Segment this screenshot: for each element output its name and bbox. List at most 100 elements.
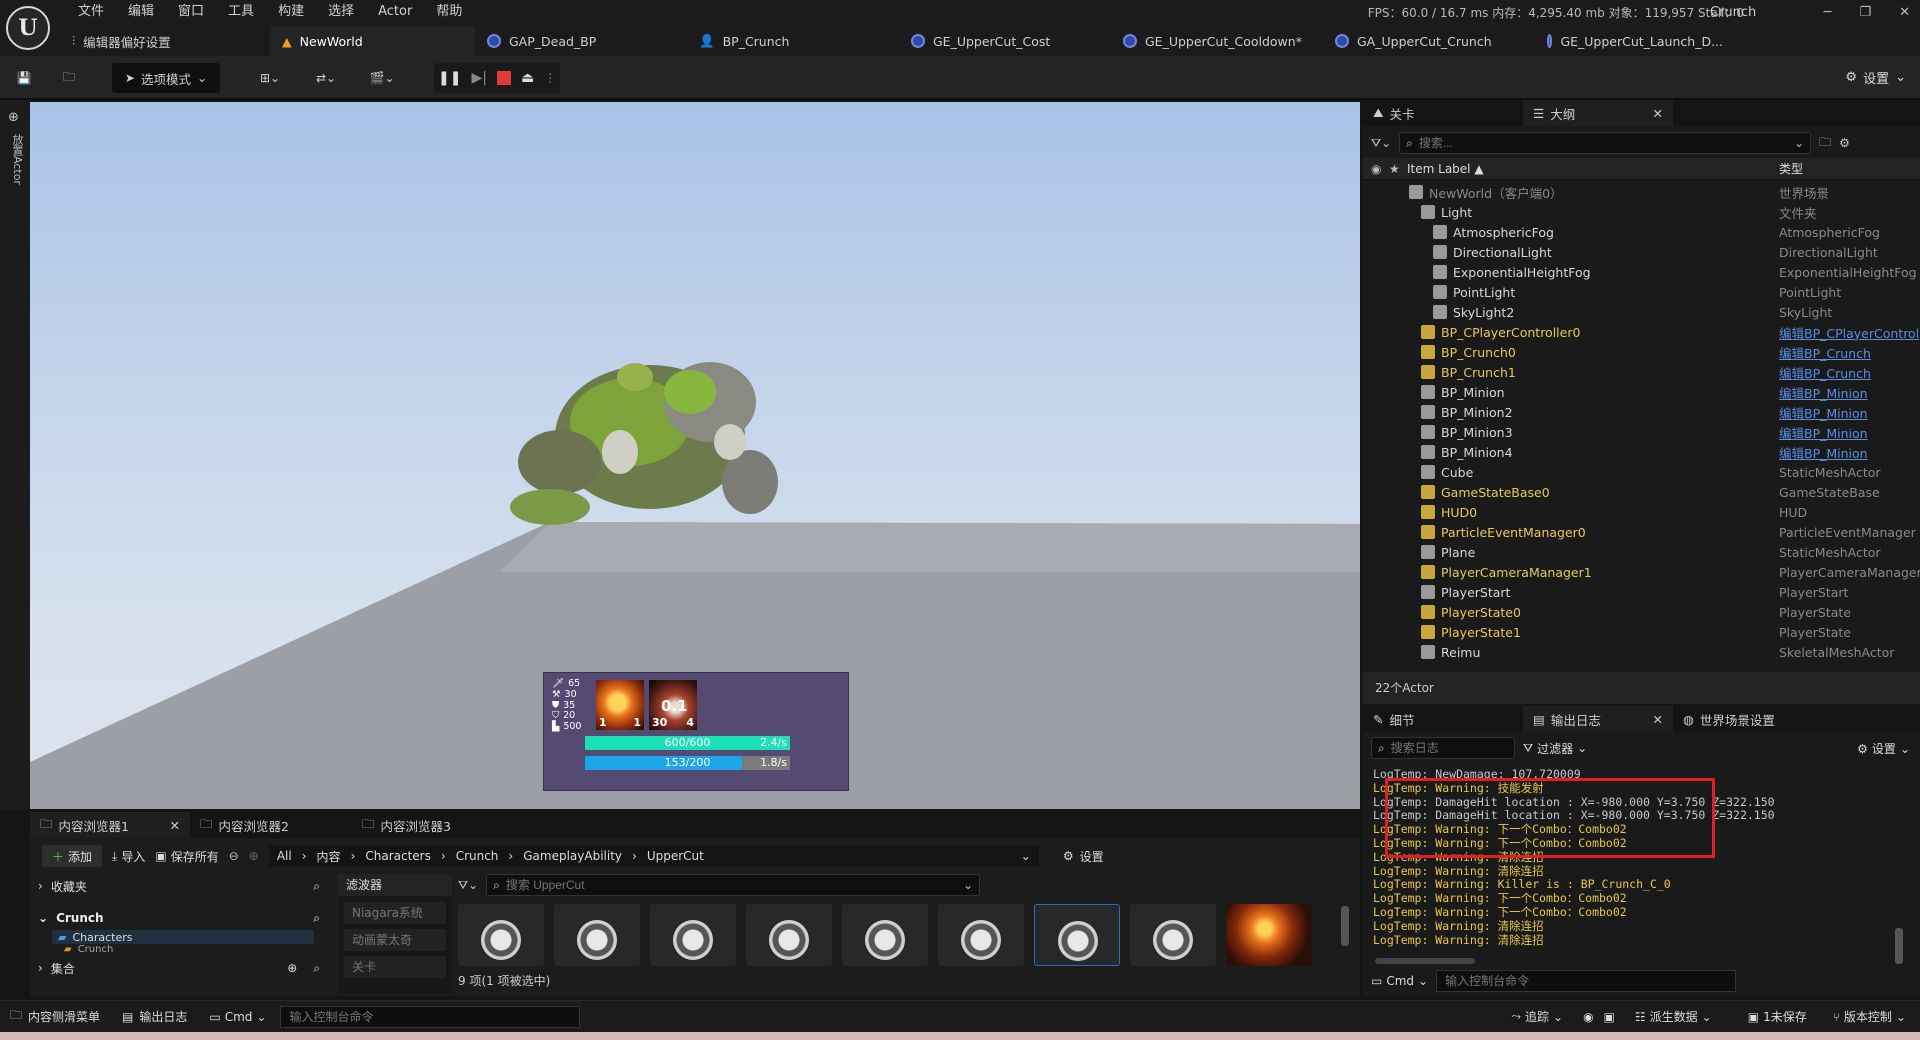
level-viewport[interactable]: 🗡 65 ⚒ 30 ⛊ 35 ⛉ 20 ▙ 500 1 1 0.1 30 4 600/60… [30, 102, 1360, 809]
add-collection-icon[interactable]: ⊕ [287, 961, 297, 975]
add-button[interactable]: ＋添加 [42, 845, 103, 867]
collections-section[interactable]: › 集合 ⊕ ⌕ [30, 956, 334, 980]
back-icon[interactable]: ⊖ [229, 849, 239, 863]
derived-data-button[interactable]: ☷ 派生数据 ⌄ [1635, 1008, 1712, 1025]
star-icon[interactable]: ★ [1389, 162, 1400, 176]
gear-icon[interactable]: ⚙ [1839, 136, 1850, 150]
close-icon[interactable]: ✕ [1653, 712, 1663, 727]
menu-build[interactable]: 构建 [266, 0, 316, 24]
col-type[interactable]: 类型 [1779, 160, 1803, 177]
filter-level[interactable]: 关卡 [344, 956, 446, 978]
asset-search-input[interactable] [505, 878, 958, 892]
close-icon[interactable]: ✕ [170, 818, 180, 833]
asset-thumbnail[interactable] [554, 904, 640, 966]
outliner-row[interactable]: BP_CPlayerController0 编辑BP_CPlayerControl [1363, 322, 1920, 342]
outliner-row-type[interactable]: 编辑BP_Crunch [1779, 343, 1871, 362]
save-all-button[interactable]: ▣ 保存所有 [155, 848, 218, 865]
content-settings-button[interactable]: ⚙ 设置 [1063, 848, 1104, 865]
outliner-search-input[interactable] [1418, 136, 1789, 150]
outliner-row[interactable]: AtmosphericFog AtmosphericFog [1363, 222, 1920, 242]
tab-newworld[interactable]: ▲ NewWorld [270, 26, 475, 56]
trace-button[interactable]: ⤳ 追踪 ⌄ [1511, 1008, 1563, 1025]
col-item-label[interactable]: Item Label ▲ [1407, 162, 1484, 176]
favorites-section[interactable]: › 收藏夹 ⌕ [30, 874, 334, 898]
menu-window[interactable]: 窗口 [166, 0, 216, 24]
add-actor-icon[interactable]: ⊞⌄ [250, 63, 290, 93]
filter-icon[interactable]: ⛛⌄ [1371, 136, 1391, 151]
outliner-row[interactable]: PlayerState1 PlayerState [1363, 622, 1920, 642]
eject-icon[interactable]: ⏏ [521, 70, 534, 86]
tab-ge-uppercut-cooldown[interactable]: GE_UpperCut_Cooldown* [1111, 26, 1323, 56]
filter-anim-montage[interactable]: 动画蒙太奇 [344, 929, 446, 951]
outliner-row[interactable]: Plane StaticMeshActor [1363, 542, 1920, 562]
maximize-icon[interactable]: ❐ [1859, 5, 1871, 20]
outliner-row[interactable]: DirectionalLight DirectionalLight [1363, 242, 1920, 262]
outliner-row[interactable]: Light 文件夹 [1363, 202, 1920, 222]
more-options-icon[interactable]: ⋮ [544, 71, 556, 85]
content-browser-icon[interactable]: 🗀 [56, 63, 82, 93]
crumb-gameplayability[interactable]: GameplayAbility [523, 849, 622, 863]
minimize-icon[interactable]: ─ [1824, 5, 1832, 20]
crumb-content[interactable]: 内容 [317, 848, 341, 865]
log-settings-button[interactable]: ⚙ 设置 ⌄ [1857, 740, 1910, 757]
filter-button[interactable]: ⛛ 过滤器 ⌄ [1523, 740, 1587, 757]
forward-icon[interactable]: ⊕ [249, 849, 259, 863]
filter-niagara[interactable]: Niagara系统 [344, 902, 446, 924]
chevron-down-icon[interactable]: ⌄ [1021, 849, 1031, 863]
import-button[interactable]: ⤓ 导入 [112, 848, 145, 865]
settings-button[interactable]: ⚙ 设置 ⌄ [1845, 68, 1906, 87]
outliner-row[interactable]: ExponentialHeightFog ExponentialHeightFog [1363, 262, 1920, 282]
cmd-selector[interactable]: ▭ Cmd ⌄ [1371, 974, 1428, 988]
mode-select-button[interactable]: ➤ 选项模式 ⌄ [112, 63, 220, 93]
eye-icon[interactable]: ◉ [1371, 162, 1381, 176]
outliner-row-type[interactable]: 编辑BP_Minion [1779, 423, 1868, 442]
asset-thumbnail[interactable] [746, 904, 832, 966]
tab-ge-uppercut-launch[interactable]: GE_UpperCut_Launch_D... [1535, 26, 1735, 56]
outliner-row[interactable]: PlayerStart PlayerStart [1363, 582, 1920, 602]
menu-select[interactable]: 选择 [316, 0, 366, 24]
step-icon[interactable]: ▶| [471, 70, 486, 86]
log-hscrollbar[interactable] [1375, 958, 1475, 964]
tab-content-browser-1[interactable]: 🗀 内容浏览器1 ✕ [30, 812, 190, 838]
outliner-row[interactable]: SkyLight2 SkyLight [1363, 302, 1920, 322]
close-window-icon[interactable]: ✕ [1899, 5, 1910, 20]
menu-edit[interactable]: 编辑 [116, 0, 166, 24]
unsaved-button[interactable]: ▣ 1未保存 [1748, 1008, 1807, 1025]
outliner-row-type[interactable]: 编辑BP_CPlayerControl [1779, 323, 1919, 342]
outliner-row[interactable]: Reimu SkeletalMeshActor [1363, 642, 1920, 662]
outliner-row-type[interactable]: 编辑BP_Minion [1779, 383, 1868, 402]
outliner-row[interactable]: ParticleEventManager0 ParticleEventManage… [1363, 522, 1920, 542]
camera-icon[interactable]: ▣ [1604, 1010, 1615, 1024]
menu-actor[interactable]: Actor [366, 0, 424, 24]
outliner-row[interactable]: BP_Crunch1 编辑BP_Crunch [1363, 362, 1920, 382]
outliner-row[interactable]: GameStateBase0 GameStateBase [1363, 482, 1920, 502]
outliner-row[interactable]: BP_Minion2 编辑BP_Minion [1363, 402, 1920, 422]
tab-content-browser-3[interactable]: 🗀 内容浏览器3 [352, 812, 514, 838]
outliner-search[interactable]: ⌕ ⌄ [1399, 132, 1812, 154]
tab-content-browser-2[interactable]: 🗀 内容浏览器2 [190, 812, 352, 838]
unreal-logo[interactable]: U [6, 6, 50, 50]
uppercut-icon-thumbnail[interactable] [1226, 904, 1312, 966]
asset-thumbnail[interactable] [938, 904, 1024, 966]
tab-details[interactable]: ✎ 细节 [1363, 706, 1523, 732]
outliner-row[interactable]: PointLight PointLight [1363, 282, 1920, 302]
filter-icon[interactable]: ⛛⌄ [458, 878, 478, 893]
search-icon[interactable]: ⌕ [313, 911, 320, 926]
log-scrollbar[interactable] [1895, 928, 1903, 964]
outliner-row[interactable]: PlayerState0 PlayerState [1363, 602, 1920, 622]
close-icon[interactable]: ✕ [1653, 106, 1663, 121]
status-cmd-selector[interactable]: ▭ Cmd ⌄ [209, 1010, 266, 1024]
content-drawer-button[interactable]: 🗀 内容侧滑菜单 [10, 1006, 100, 1027]
status-cmd-input[interactable] [280, 1005, 581, 1028]
crumb-crunch[interactable]: Crunch [456, 849, 499, 863]
blueprint-tools-icon[interactable]: ⇄⌄ [306, 63, 346, 93]
tab-outliner[interactable]: ☰ 大纲 ✕ [1523, 100, 1673, 126]
tab-ge-uppercut-cost[interactable]: GE_UpperCut_Cost [899, 26, 1111, 56]
new-folder-icon[interactable]: 🗀 [1819, 133, 1831, 154]
tab-output-log[interactable]: ▤ 输出日志 ✕ [1523, 706, 1673, 732]
outliner-row[interactable]: PlayerCameraManager1 PlayerCameraManager [1363, 562, 1920, 582]
crumb-all[interactable]: All [277, 849, 292, 863]
asset-thumbnail[interactable] [842, 904, 928, 966]
folder-characters[interactable]: ▰ Characters [52, 930, 314, 944]
status-output-log-button[interactable]: ▤ 输出日志 [122, 1008, 187, 1025]
